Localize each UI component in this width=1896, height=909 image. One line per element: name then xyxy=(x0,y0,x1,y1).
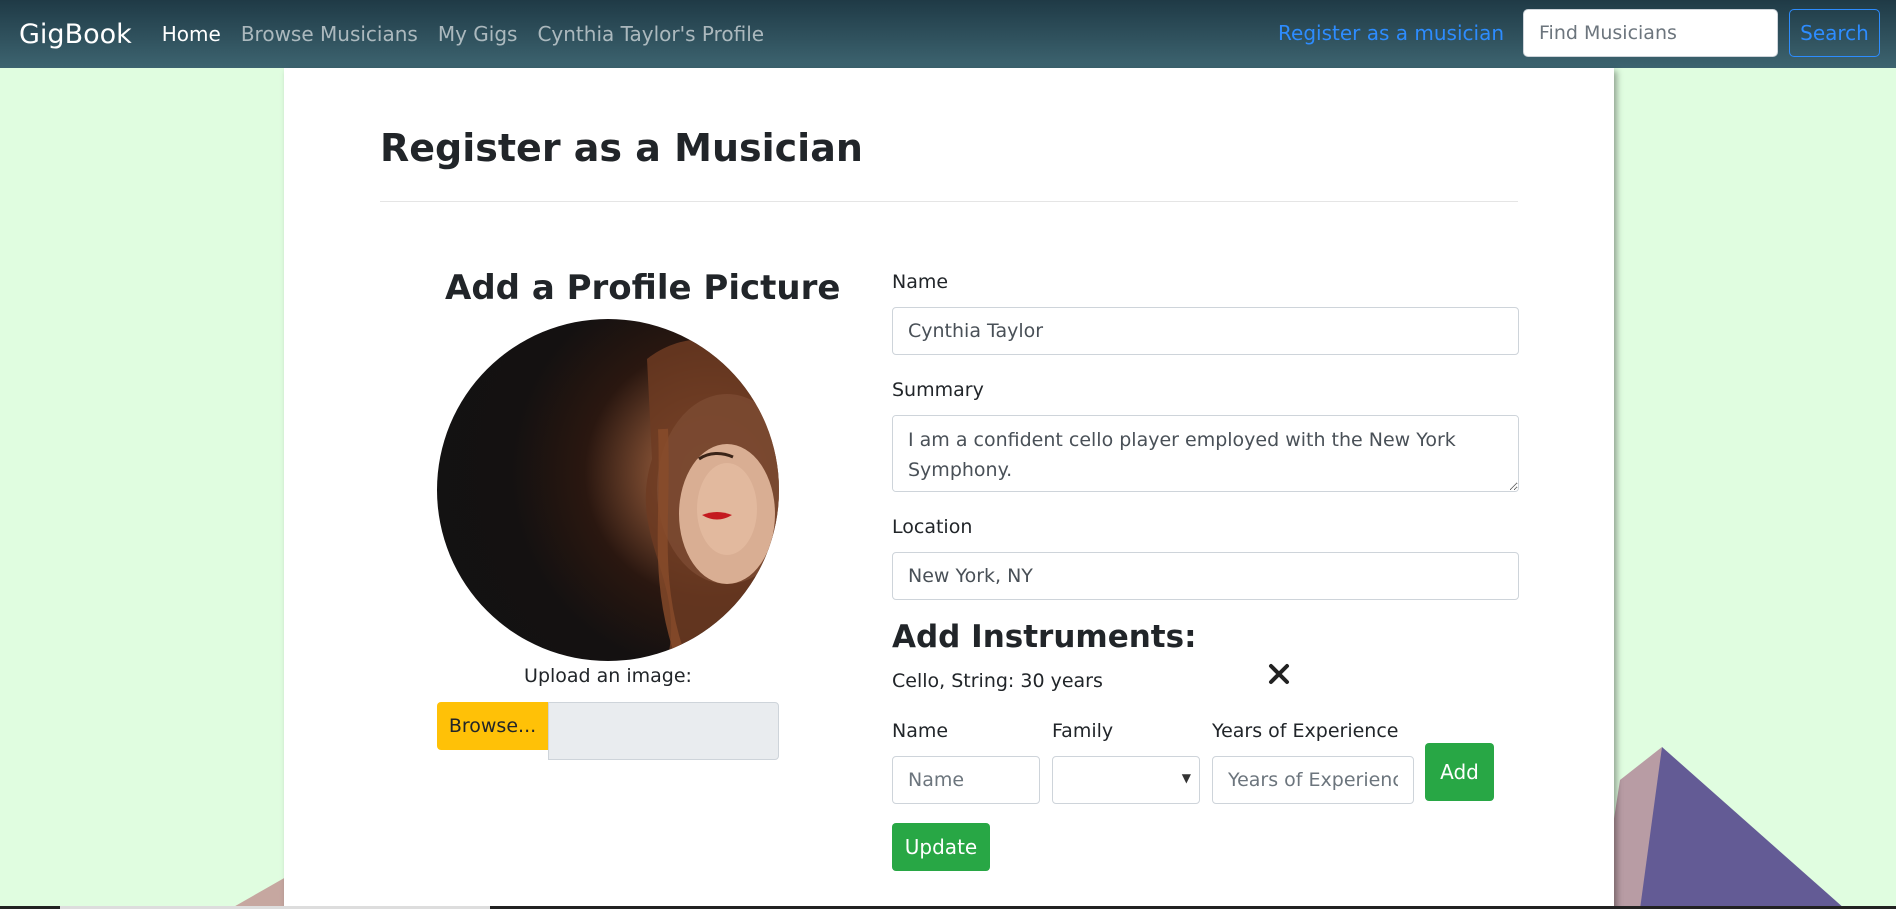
nav-browse-musicians[interactable]: Browse Musicians xyxy=(241,22,418,46)
location-label: Location xyxy=(892,516,973,538)
close-icon[interactable] xyxy=(1266,661,1292,687)
instrument-family-select[interactable]: ▼ xyxy=(1052,756,1200,804)
instrument-name-label: Name xyxy=(892,720,949,742)
instrument-name-input[interactable] xyxy=(892,756,1040,804)
top-navbar: GigBook Home Browse Musicians My Gigs Cy… xyxy=(0,0,1896,68)
name-input[interactable] xyxy=(892,307,1519,355)
instrument-item: Cello, String: 30 years xyxy=(892,670,1103,692)
profile-avatar xyxy=(437,319,779,661)
years-experience-label: Years of Experience xyxy=(1212,720,1399,742)
nav-home[interactable]: Home xyxy=(162,22,221,46)
instrument-family-label: Family xyxy=(1052,720,1114,742)
register-card: Register as a Musician Add a Profile Pic… xyxy=(284,68,1614,909)
add-instrument-button[interactable]: Add xyxy=(1425,743,1494,801)
chevron-down-icon: ▼ xyxy=(1181,771,1191,785)
name-label: Name xyxy=(892,271,949,293)
decorative-triangle-left xyxy=(230,869,300,909)
brand-logo[interactable]: GigBook xyxy=(19,19,132,50)
add-instruments-title: Add Instruments: xyxy=(892,619,1197,655)
upload-image-label: Upload an image: xyxy=(524,665,692,687)
summary-label: Summary xyxy=(892,379,984,401)
register-musician-link[interactable]: Register as a musician xyxy=(1278,21,1504,45)
nav-profile[interactable]: Cynthia Taylor's Profile xyxy=(537,22,764,46)
browse-button[interactable]: Browse... xyxy=(437,702,548,750)
years-experience-input[interactable] xyxy=(1212,756,1414,804)
location-input[interactable] xyxy=(892,552,1519,600)
page-title: Register as a Musician xyxy=(380,126,863,170)
search-button[interactable]: Search xyxy=(1789,9,1880,57)
title-divider xyxy=(380,201,1518,202)
decorative-triangle-right xyxy=(1600,747,1845,909)
file-name-field[interactable] xyxy=(548,702,779,760)
update-button[interactable]: Update xyxy=(892,823,990,871)
nav-right-group: Register as a musician Search xyxy=(1278,9,1880,57)
summary-textarea[interactable]: I am a confident cello player employed w… xyxy=(892,415,1519,492)
nav-my-gigs[interactable]: My Gigs xyxy=(438,22,518,46)
search-input[interactable] xyxy=(1523,9,1778,57)
profile-picture-title: Add a Profile Picture xyxy=(445,268,841,308)
